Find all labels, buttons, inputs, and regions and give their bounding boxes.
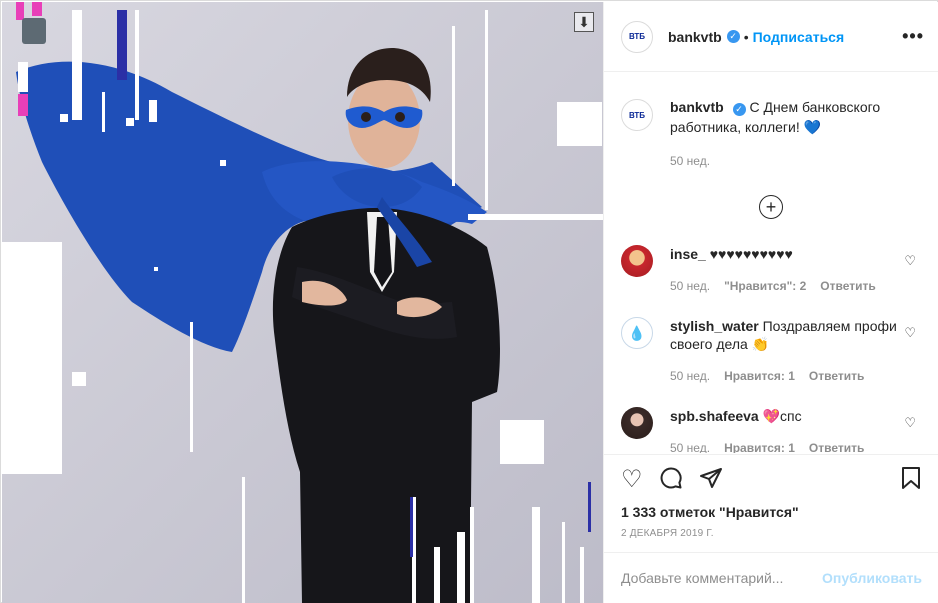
comment-username[interactable]: stylish_water (670, 318, 759, 334)
comment-likes[interactable]: Нравится: 1 (724, 439, 795, 453)
comment-likes[interactable]: Нравится: 1 (724, 367, 795, 385)
avatar[interactable] (621, 245, 653, 277)
comment-age: 50 нед. (670, 441, 711, 453)
comment-age: 50 нед. (670, 279, 711, 293)
photo-illustration (16, 47, 500, 603)
comment-age: 50 нед. (670, 369, 711, 383)
share-icon[interactable] (699, 466, 723, 495)
comment-likes[interactable]: "Нравится": 2 (724, 277, 806, 295)
comment-icon[interactable] (659, 466, 683, 495)
verified-icon: ✓ (732, 102, 746, 116)
heart-icon[interactable]: ♡ (904, 253, 916, 269)
download-icon[interactable]: ⬇ (574, 12, 594, 32)
comments-scroll[interactable]: ВТБ bankvtb ✓ С Днем банковского работни… (604, 73, 938, 453)
add-comment-bar: Добавьте комментарий... Опубликовать (604, 552, 938, 603)
reply-button[interactable]: Ответить (820, 277, 875, 295)
more-options-icon[interactable]: ••• (902, 26, 924, 47)
caption-username[interactable]: bankvtb (670, 99, 724, 115)
post-header: ВТБ bankvtb ✓ • Подписаться ••• (604, 2, 938, 72)
bookmark-icon[interactable] (900, 466, 922, 495)
comment-text: 💖спс (762, 408, 802, 424)
logo-text: ВТБ (628, 110, 646, 120)
username[interactable]: bankvtb (668, 29, 722, 45)
post-actions: ♡ 1 333 отметок "Нравится" 2 ДЕКАБРЯ 201… (604, 454, 938, 539)
plus-circle-icon[interactable]: + (759, 195, 783, 219)
logo-text: ВТБ (628, 32, 646, 41)
separator-dot: • (743, 28, 749, 45)
avatar[interactable] (621, 407, 653, 439)
caption-age: 50 нед. (670, 154, 711, 168)
comment-item: spb.shafeeva 💖спс 50 нед. Нравится: 1 От… (604, 407, 938, 453)
subscribe-button[interactable]: Подписаться (753, 29, 845, 45)
comment-input[interactable]: Добавьте комментарий... (621, 570, 822, 586)
post-sidebar: ВТБ bankvtb ✓ • Подписаться ••• ВТБ bank… (603, 2, 938, 603)
heart-icon[interactable]: ♡ (904, 415, 916, 431)
comment-text: ♥♥♥♥♥♥♥♥♥♥ (709, 246, 793, 262)
comment-item: inse_ ♥♥♥♥♥♥♥♥♥♥ 50 нед. "Нравится": 2 О… (604, 245, 938, 295)
post-photo[interactable]: ⬇ (2, 2, 603, 603)
comment-item: 💧 stylish_water Поздравляем профи своего… (604, 317, 938, 385)
comment-username[interactable]: spb.shafeeva (670, 408, 759, 424)
avatar[interactable]: ВТБ (621, 99, 653, 131)
post-caption: ВТБ bankvtb ✓ С Днем банковского работни… (604, 73, 938, 171)
heart-icon[interactable]: ♡ (904, 325, 916, 341)
comment-username[interactable]: inse_ (670, 246, 706, 262)
reply-button[interactable]: Ответить (809, 439, 864, 453)
photo-thumb-button[interactable] (22, 18, 46, 44)
reply-button[interactable]: Ответить (809, 367, 864, 385)
avatar[interactable]: ВТБ (621, 20, 653, 53)
verified-icon: ✓ (726, 30, 740, 43)
post-date: 2 ДЕКАБРЯ 2019 Г. (621, 528, 714, 539)
likes-count[interactable]: 1 333 отметок "Нравится" (621, 504, 922, 520)
avatar[interactable]: 💧 (621, 317, 653, 349)
post-window: ⬇ ВТБ bankvtb ✓ • Подписаться ••• ВТБ ba… (0, 0, 938, 603)
publish-button[interactable]: Опубликовать (822, 570, 922, 586)
heart-icon[interactable]: ♡ (621, 468, 643, 492)
